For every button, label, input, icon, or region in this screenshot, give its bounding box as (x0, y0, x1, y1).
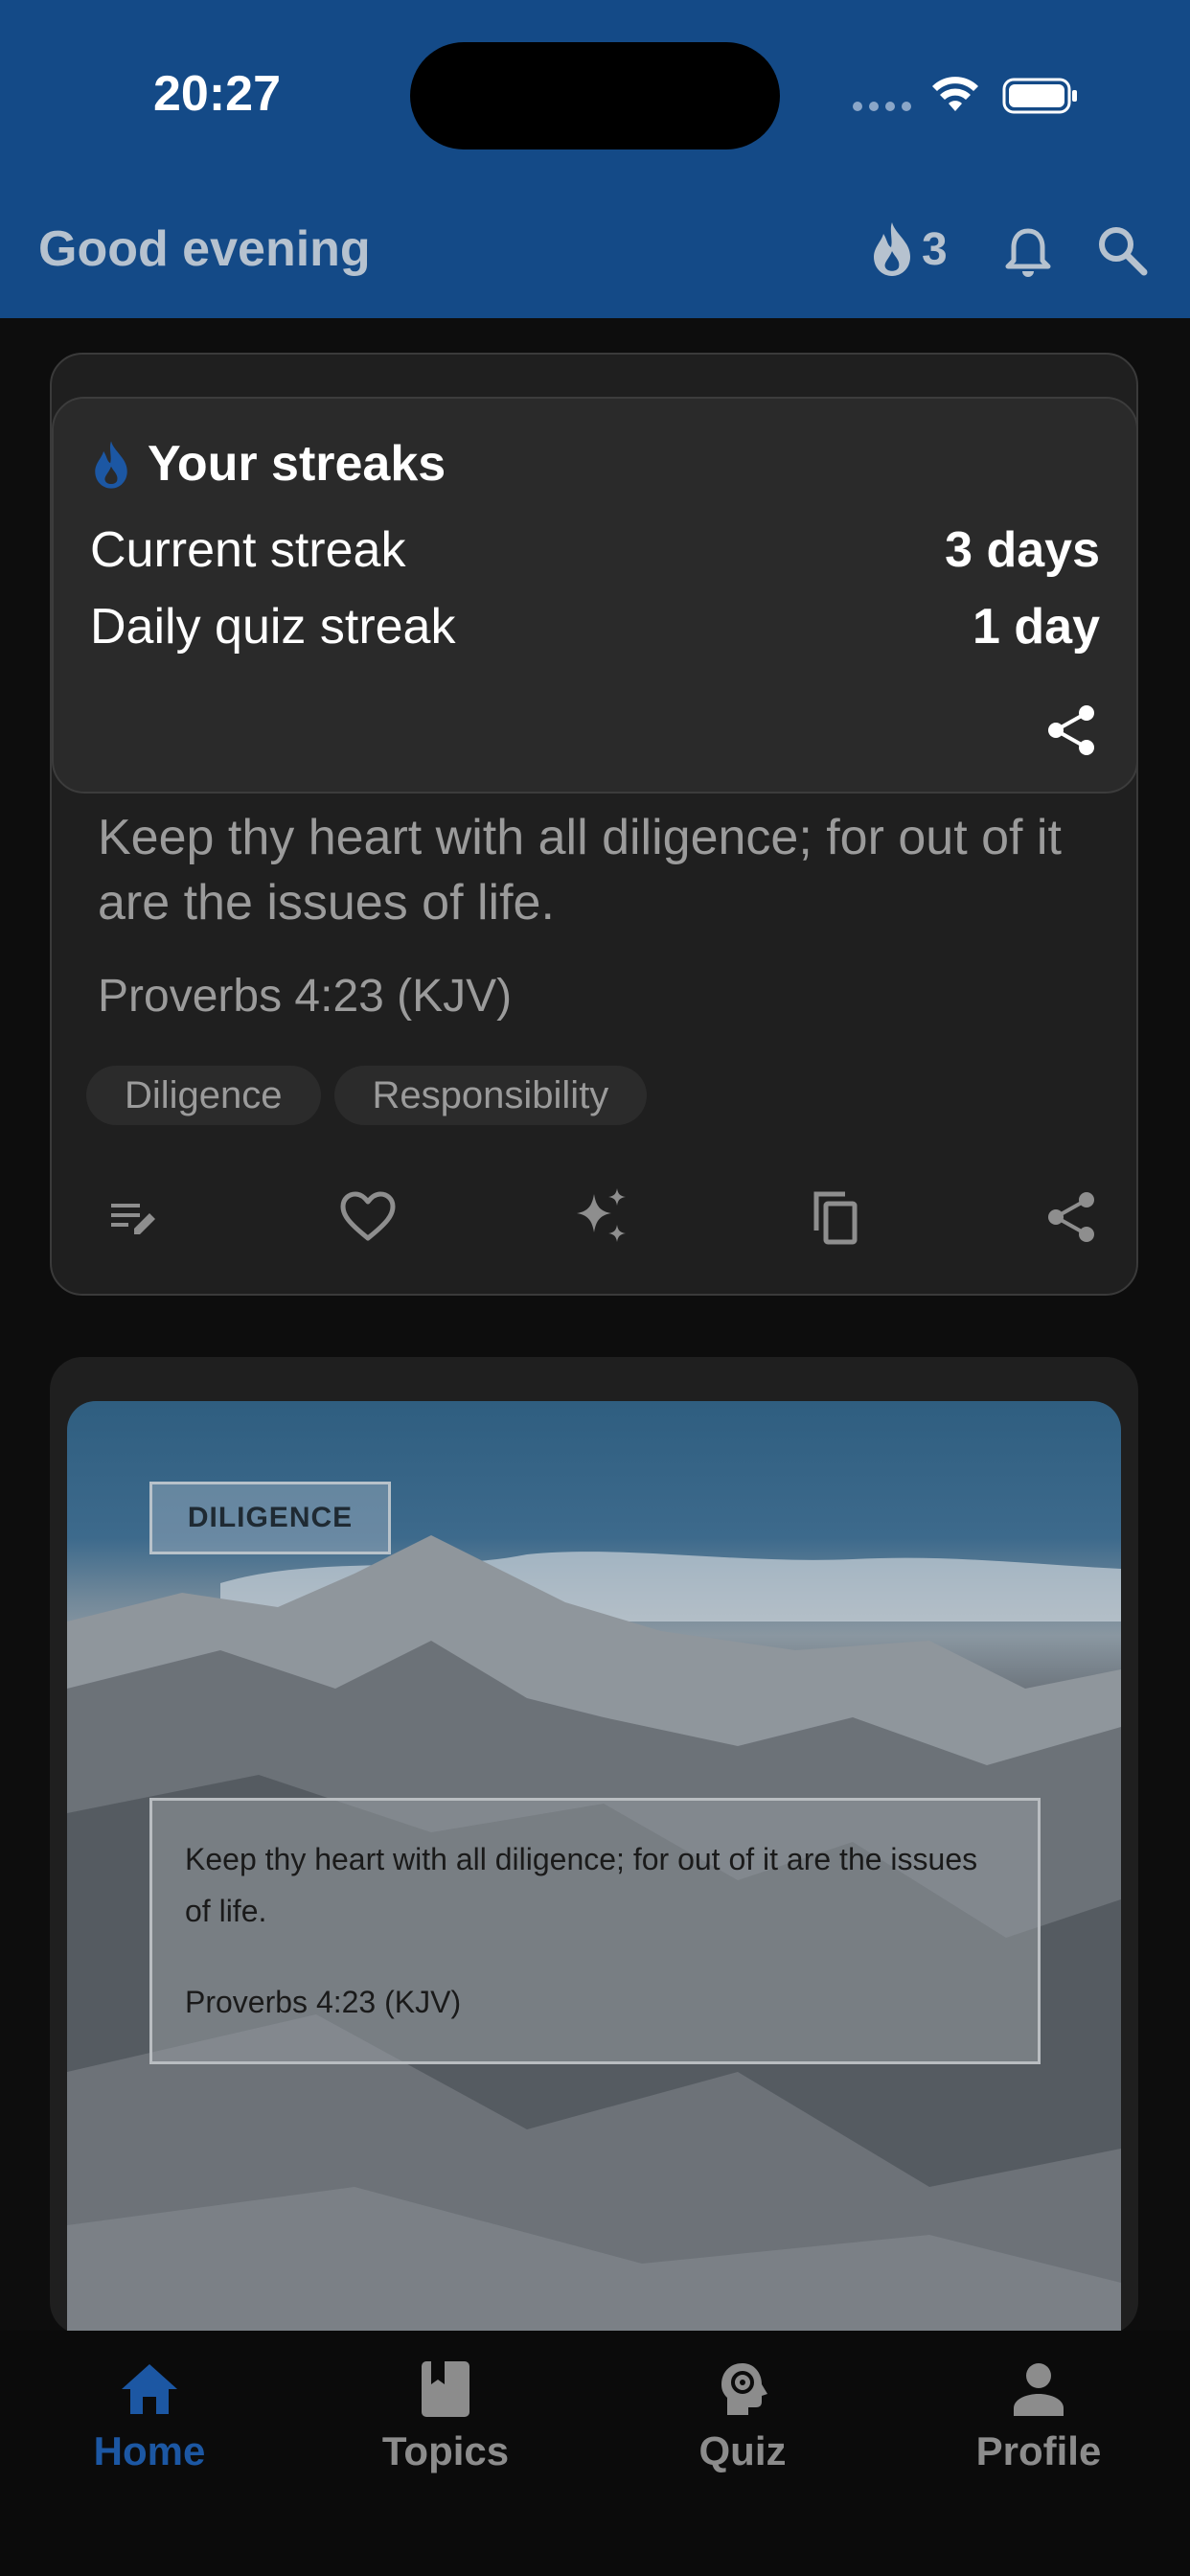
status-bar: 20:27 (0, 0, 1190, 192)
bottom-navigation: Home Topics Quiz Profile (0, 2331, 1190, 2576)
verse-reference: Proverbs 4:23 (KJV) (98, 971, 513, 1022)
ai-insight-button[interactable] (563, 1179, 640, 1255)
image-verse-reference: Proverbs 4:23 (KJV) (185, 1985, 462, 2019)
app-bar: Good evening 3 (0, 192, 1190, 318)
brain-gear-icon (721, 2363, 767, 2415)
search-icon[interactable] (1096, 224, 1148, 276)
nav-item-profile[interactable]: Profile (924, 2356, 1154, 2474)
share-icon[interactable] (1044, 703, 1098, 757)
current-streak-label: Current streak (90, 522, 406, 578)
verse-image-card: DILIGENCE Keep thy heart with all dilige… (50, 1357, 1138, 2334)
dynamic-island (410, 42, 780, 150)
flame-icon (874, 222, 910, 276)
mountain-photo[interactable]: DILIGENCE Keep thy heart with all dilige… (67, 1401, 1121, 2334)
status-time: 20:27 (153, 66, 281, 122)
home-icon (122, 2364, 177, 2414)
tag-chip[interactable]: Diligence (86, 1066, 321, 1125)
favorite-button[interactable] (330, 1179, 406, 1255)
current-streak-row: Current streak 3 days (90, 521, 1100, 579)
nav-label-profile: Profile (975, 2428, 1102, 2473)
streaks-title: Your streaks (148, 436, 446, 492)
flame-icon (95, 441, 127, 489)
nav-label-quiz: Quiz (698, 2428, 787, 2473)
current-streak-value: 3 days (945, 522, 1100, 578)
edit-note-button[interactable] (96, 1179, 172, 1255)
nav-item-topics[interactable]: Topics (331, 2356, 561, 2474)
book-icon (422, 2361, 469, 2417)
quiz-streak-label: Daily quiz streak (90, 599, 456, 655)
share-button[interactable] (1033, 1179, 1110, 1255)
quiz-streak-row: Daily quiz streak 1 day (90, 598, 1100, 656)
copy-icon (813, 1191, 858, 1245)
streaks-popup: Your streaks Current streak 3 days Daily… (52, 397, 1138, 794)
share-icon (1048, 1192, 1094, 1242)
tag-list: Diligence Responsibility (86, 1066, 648, 1125)
edit-note-icon (111, 1204, 155, 1234)
person-icon (1014, 2363, 1064, 2416)
streak-badge[interactable]: 3 (868, 220, 948, 278)
quiz-streak-value: 1 day (973, 599, 1100, 655)
heart-icon (340, 1191, 396, 1241)
sparkles-icon (577, 1188, 626, 1242)
cellular-signal-icon (853, 102, 911, 111)
greeting-title: Good evening (38, 221, 371, 277)
nav-item-quiz[interactable]: Quiz (628, 2356, 858, 2474)
nav-label-home: Home (93, 2428, 206, 2473)
bell-icon[interactable] (1004, 226, 1052, 280)
image-verse-text: Keep thy heart with all diligence; for o… (185, 1842, 978, 1928)
nav-label-topics: Topics (381, 2428, 510, 2473)
streak-count: 3 (922, 223, 948, 275)
verse-actions (52, 1179, 1136, 1255)
verse-text: Keep thy heart with all diligence; for o… (98, 810, 1062, 931)
image-verse-box: Keep thy heart with all diligence; for o… (149, 1798, 1041, 2064)
wifi-icon (932, 77, 978, 111)
nav-item-home[interactable]: Home (34, 2356, 264, 2474)
image-topic-label: DILIGENCE (149, 1482, 391, 1554)
copy-button[interactable] (797, 1179, 874, 1255)
tag-chip[interactable]: Responsibility (333, 1066, 648, 1125)
battery-icon (1002, 78, 1077, 114)
